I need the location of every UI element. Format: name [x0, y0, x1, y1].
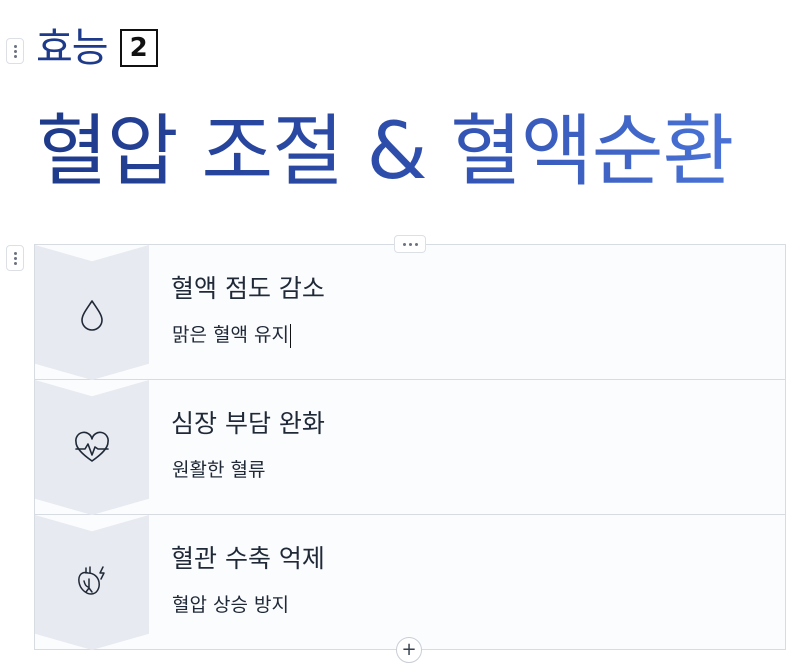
list-drag-handle[interactable]: [6, 245, 24, 271]
heart-vessel-icon: [72, 561, 112, 601]
water-drop-icon: [72, 295, 112, 335]
add-item-button[interactable]: +: [396, 637, 422, 663]
benefit-item[interactable]: 심장 부담 완화 원활한 혈류: [35, 380, 785, 515]
benefit-item[interactable]: 혈관 수축 억제 혈압 상승 방지: [35, 515, 785, 650]
benefit-description[interactable]: 맑은 혈액 유지: [172, 320, 291, 348]
heading-drag-handle[interactable]: [6, 38, 24, 64]
benefit-description[interactable]: 혈압 상승 방지: [172, 590, 289, 617]
benefit-item[interactable]: 혈액 점도 감소 맑은 혈액 유지: [35, 245, 785, 380]
benefit-list: 혈액 점도 감소 맑은 혈액 유지 심장 부담 완화 원활한 혈류 혈관 수축 …: [34, 244, 786, 650]
benefit-title[interactable]: 혈관 수축 억제: [171, 539, 325, 575]
more-options-button[interactable]: [394, 235, 426, 253]
number-badge: 2: [119, 29, 158, 67]
benefit-title[interactable]: 심장 부담 완화: [171, 404, 325, 440]
benefit-title[interactable]: 혈액 점도 감소: [171, 269, 325, 305]
page-headline[interactable]: 혈압 조절 & 혈액순환: [36, 109, 734, 196]
benefit-description[interactable]: 원활한 혈류: [172, 455, 265, 482]
section-label-text: 효능: [36, 25, 109, 71]
benefit-description-text: 맑은 혈액 유지: [172, 324, 289, 346]
section-label: 효능 2: [36, 28, 158, 68]
heartbeat-icon: [72, 428, 112, 468]
text-cursor: [289, 323, 291, 348]
